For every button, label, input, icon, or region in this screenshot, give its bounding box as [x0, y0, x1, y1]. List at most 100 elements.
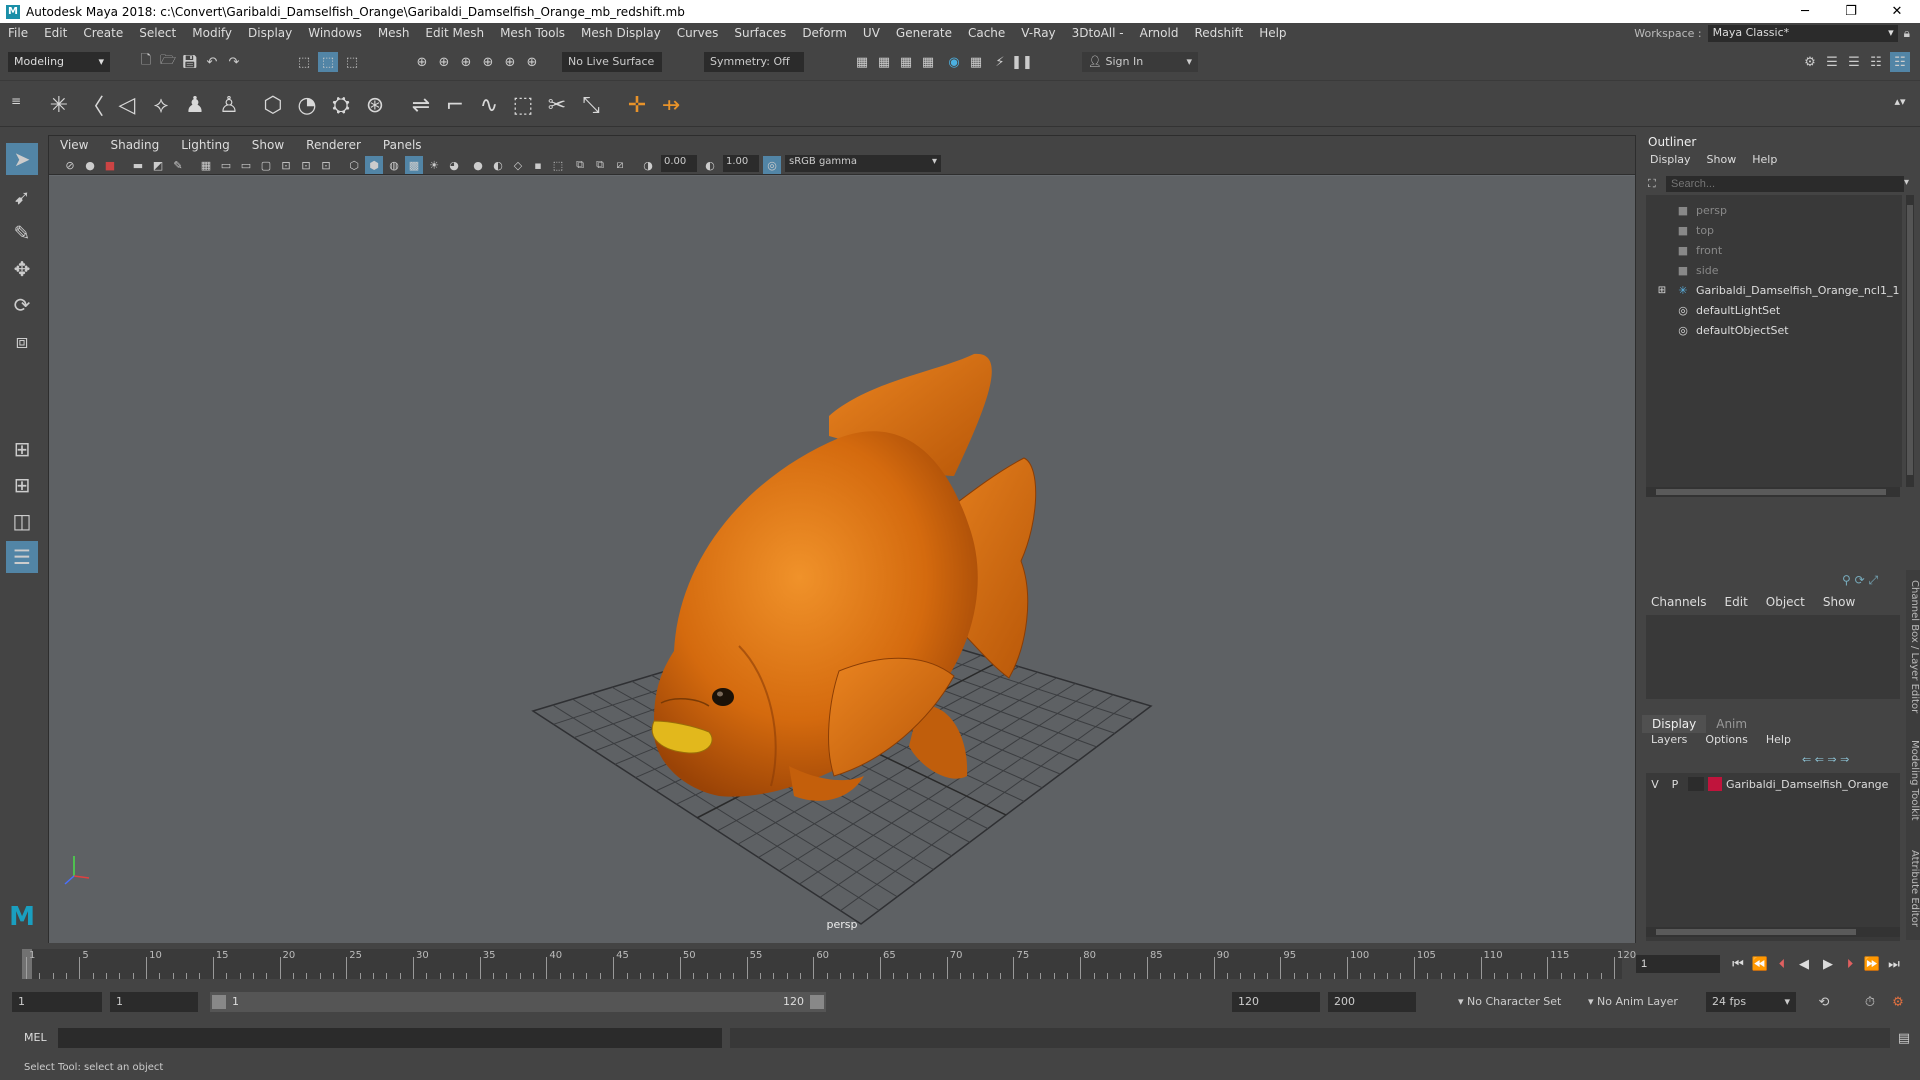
- image-plane-icon[interactable]: ▬: [129, 156, 147, 174]
- shelf-scroll-icon[interactable]: ▴▾: [1892, 86, 1908, 116]
- panel-menu-show[interactable]: Show: [241, 138, 295, 152]
- channelbox-menu-object[interactable]: Object: [1757, 595, 1814, 609]
- loop-icon[interactable]: ⟲: [1814, 992, 1834, 1012]
- outliner-item-defaultobjectset[interactable]: ◎ defaultObjectSet: [1676, 321, 1920, 339]
- live-surface-field[interactable]: No Live Surface: [562, 52, 662, 72]
- tab-channel-box-layer-editor[interactable]: Channel Box / Layer Editor: [1906, 580, 1920, 713]
- outliner-item-fish[interactable]: ⊞ ✳ Garibaldi_Damselfish_Orange_ncl1_1: [1656, 281, 1912, 299]
- bookmarks-icon[interactable]: ■: [101, 156, 119, 174]
- paint-select-icon[interactable]: ✎: [6, 217, 38, 249]
- ipr-render-icon[interactable]: ▦: [896, 52, 916, 72]
- layer-row[interactable]: V P Garibaldi_Damselfish_Orange: [1646, 775, 1900, 793]
- anim-layer-dropdown[interactable]: ▾ No Anim Layer: [1582, 992, 1694, 1012]
- expand-icon[interactable]: ⊞: [1656, 283, 1668, 297]
- wireframe-icon[interactable]: ⬡: [345, 156, 363, 174]
- menu-uv[interactable]: UV: [855, 26, 888, 40]
- render-sequence-icon[interactable]: ▦: [874, 52, 894, 72]
- menu-vray[interactable]: V-Ray: [1013, 26, 1063, 40]
- menu-3dtoall[interactable]: 3DtoAll -: [1064, 26, 1132, 40]
- create-ep-curve-icon[interactable]: 〈: [78, 90, 108, 120]
- go-to-end-icon[interactable]: ⏭: [1884, 953, 1904, 975]
- append-polygon-icon[interactable]: ⬚: [508, 90, 538, 120]
- xray-joints-icon[interactable]: ⧉: [591, 156, 609, 174]
- menu-set-dropdown[interactable]: Modeling ▾: [8, 52, 110, 72]
- select-camera-icon[interactable]: ⊘: [61, 156, 79, 174]
- outliner-layout-icon[interactable]: ☰: [6, 541, 38, 573]
- script-editor-icon[interactable]: ▤: [1894, 1028, 1914, 1048]
- grid-toggle-icon[interactable]: ▦: [197, 156, 215, 174]
- close-button[interactable]: ✕: [1874, 0, 1920, 23]
- menu-windows[interactable]: Windows: [300, 26, 370, 40]
- tab-display[interactable]: Display: [1642, 715, 1707, 733]
- menu-mesh-tools[interactable]: Mesh Tools: [492, 26, 573, 40]
- outliner-menu-show[interactable]: Show: [1699, 153, 1745, 166]
- snap-surface-icon[interactable]: ⊕: [500, 52, 520, 72]
- exposure-field[interactable]: 0.00: [661, 155, 697, 172]
- depth-of-field-icon[interactable]: ▪: [529, 156, 547, 174]
- four-pane-icon[interactable]: ⊞: [6, 469, 38, 501]
- lock-icon[interactable]: 🔒︎: [1904, 26, 1910, 41]
- color-management-icon[interactable]: ◎: [763, 156, 781, 174]
- camera-attributes-icon[interactable]: ●: [81, 156, 99, 174]
- panel-menu-lighting[interactable]: Lighting: [170, 138, 241, 152]
- ik-handle-icon[interactable]: ♙: [214, 90, 244, 120]
- panel-menu-panels[interactable]: Panels: [372, 138, 433, 152]
- layer-playback-toggle[interactable]: P: [1666, 778, 1684, 791]
- step-forward-frame-icon[interactable]: ⏵: [1840, 953, 1860, 975]
- auto-key-icon[interactable]: ⏱: [1860, 992, 1880, 1012]
- undo-icon[interactable]: ↶: [202, 52, 222, 72]
- two-pane-icon[interactable]: ◫: [6, 505, 38, 537]
- outliner-item-persp[interactable]: ■︎ persp: [1676, 201, 1920, 219]
- xray-components-icon[interactable]: ⧄: [611, 156, 629, 174]
- tab-modeling-toolkit[interactable]: Modeling Toolkit: [1906, 740, 1920, 821]
- menu-modify[interactable]: Modify: [184, 26, 240, 40]
- menu-mesh-display[interactable]: Mesh Display: [573, 26, 669, 40]
- outliner-item-side[interactable]: ■︎ side: [1676, 261, 1920, 279]
- new-scene-icon[interactable]: 🗋: [136, 52, 156, 72]
- scale-tool-icon[interactable]: ⧈: [6, 325, 38, 357]
- motion-blur-icon[interactable]: ◐: [489, 156, 507, 174]
- freeze-transform-icon[interactable]: ⇸: [656, 90, 686, 120]
- redo-icon[interactable]: ↷: [224, 52, 244, 72]
- menu-help[interactable]: Help: [1251, 26, 1294, 40]
- smooth-shade-icon[interactable]: ⬢: [365, 156, 383, 174]
- workspace-dropdown[interactable]: Maya Classic* ▾: [1707, 25, 1898, 42]
- anti-aliasing-icon[interactable]: ◇: [509, 156, 527, 174]
- poly-sphere-icon[interactable]: ⬡: [258, 90, 288, 120]
- bezier-curve-icon[interactable]: ⟡: [146, 90, 176, 120]
- range-bar[interactable]: 1 120: [210, 992, 826, 1012]
- chevron-down-icon[interactable]: ▾: [1904, 177, 1909, 188]
- character-set-dropdown[interactable]: ▾ No Character Set: [1452, 992, 1578, 1012]
- menu-redshift[interactable]: Redshift: [1186, 26, 1251, 40]
- render-frame-icon[interactable]: ▦: [852, 52, 872, 72]
- preferences-icon[interactable]: ⚙: [1888, 992, 1908, 1012]
- save-scene-icon[interactable]: 💾︎: [180, 52, 200, 72]
- layer-hscrollbar[interactable]: [1646, 927, 1900, 937]
- panel-menu-renderer[interactable]: Renderer: [295, 138, 372, 152]
- attribute-editor-icon[interactable]: ☰: [1822, 52, 1842, 72]
- redshift-render-icon[interactable]: ⚡︎: [990, 52, 1010, 72]
- snap-pivot-icon[interactable]: ⊕: [522, 52, 542, 72]
- poly-cylinder-icon[interactable]: ⛭: [326, 90, 356, 120]
- select-hierarchy-icon[interactable]: ⬚: [294, 52, 314, 72]
- menu-create[interactable]: Create: [75, 26, 131, 40]
- menu-surfaces[interactable]: Surfaces: [726, 26, 794, 40]
- field-chart-icon[interactable]: ⊡: [277, 156, 295, 174]
- panel-menu-shading[interactable]: Shading: [99, 138, 170, 152]
- isolate-select-icon[interactable]: ⬚: [549, 156, 567, 174]
- pause-icon[interactable]: ❚❚: [1011, 52, 1033, 72]
- panel-menu-view[interactable]: View: [49, 138, 99, 152]
- gate-mask-icon[interactable]: ▢: [257, 156, 275, 174]
- channelbox-menu-channels[interactable]: Channels: [1642, 595, 1716, 609]
- outliner-toggle-icon[interactable]: ☷: [1890, 52, 1910, 72]
- poly-plane-icon[interactable]: ⊛: [360, 90, 390, 120]
- open-scene-icon[interactable]: 🗁: [158, 52, 178, 72]
- joint-tool-icon[interactable]: ♟: [180, 90, 210, 120]
- command-input[interactable]: [58, 1028, 722, 1048]
- lasso-tool-icon[interactable]: ➹: [6, 181, 38, 213]
- viewport-panel[interactable]: View Shading Lighting Show Renderer Pane…: [48, 135, 1636, 943]
- film-gate-icon[interactable]: ▭: [217, 156, 235, 174]
- layer-visibility-toggle[interactable]: V: [1646, 778, 1664, 791]
- ambient-occlusion-icon[interactable]: ●: [469, 156, 487, 174]
- sign-in-button[interactable]: 👤︎ Sign In ▾: [1082, 52, 1198, 72]
